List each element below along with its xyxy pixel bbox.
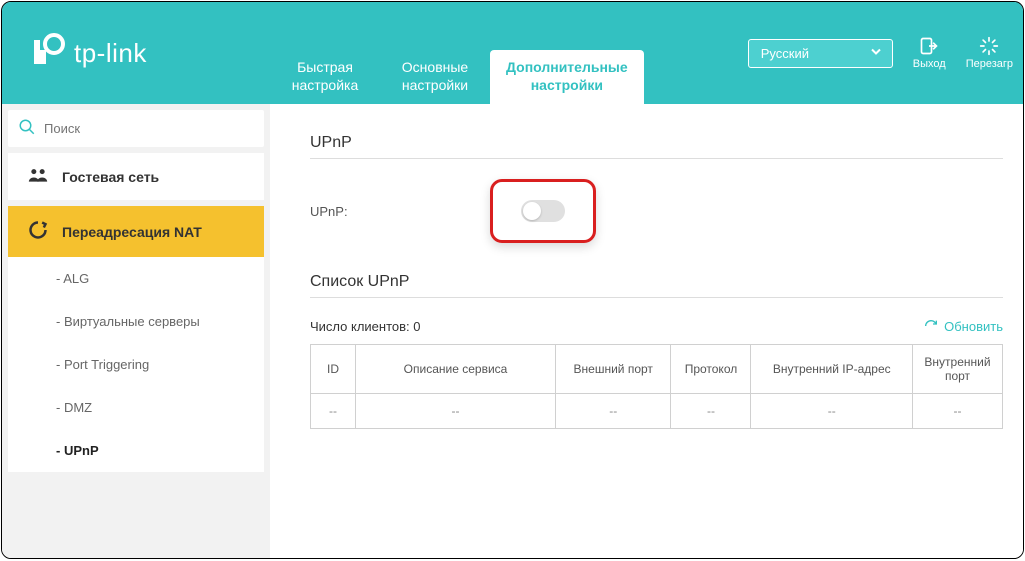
col-id: ID [311,345,356,394]
logout-icon [919,36,939,56]
clients-count: Число клиентов: 0 [310,319,421,334]
section-title-upnp: UPnP [310,134,1003,152]
col-proto: Протокол [671,345,751,394]
cell-empty: -- [751,394,913,429]
sidebar-sub-port-triggering[interactable]: - Port Triggering [8,343,264,386]
sidebar-item-nat-forwarding[interactable]: Переадресация NAT [8,206,264,257]
spinner-icon [979,36,999,56]
chevron-down-icon [870,46,882,61]
upnp-table: ID Описание сервиса Внешний порт Протоко… [310,344,1003,429]
upnp-toggle[interactable] [521,200,565,222]
toggle-knob [523,202,541,220]
cell-empty: -- [913,394,1003,429]
sidebar: Гостевая сеть Переадресация NAT - ALG - … [2,104,270,558]
sidebar-sub-dmz[interactable]: - DMZ [8,386,264,429]
sidebar-label: Гостевая сеть [62,169,159,185]
col-desc: Описание сервиса [356,345,556,394]
refresh-button[interactable]: Обновить [923,318,1003,334]
upnp-label: UPnP: [310,204,450,219]
language-value: Русский [761,46,809,61]
logout-label: Выход [913,58,946,70]
table-row: -- -- -- -- -- -- [311,394,1003,429]
divider [310,158,1003,159]
divider [310,297,1003,298]
cell-empty: -- [556,394,671,429]
reboot-label: Перезагр [966,58,1013,70]
content-area: UPnP UPnP: Список UPnP Число клиентов: 0… [270,104,1023,558]
sidebar-item-guest-network[interactable]: Гостевая сеть [8,153,264,200]
reboot-button[interactable]: Перезагр [966,36,1013,70]
logo-area: tp-link [2,2,270,104]
col-ext-port: Внешний порт [556,345,671,394]
search-input[interactable] [44,121,254,136]
brand-text: tp-link [74,38,147,69]
sidebar-label: Переадресация NAT [62,224,202,240]
logout-button[interactable]: Выход [913,36,946,70]
search-icon [18,118,36,139]
cell-empty: -- [671,394,751,429]
refresh-icon [923,318,939,334]
list-header: Число клиентов: 0 Обновить [310,318,1003,334]
language-select[interactable]: Русский [748,39,893,68]
sidebar-sub-alg[interactable]: - ALG [8,257,264,300]
users-icon [28,167,48,186]
main-tabs: Быстрая настройка Основные настройки Доп… [270,2,644,104]
search-box[interactable] [8,110,264,147]
highlight-box [490,179,596,243]
tab-quick-setup[interactable]: Быстрая настройка [270,50,380,104]
upnp-toggle-row: UPnP: [310,179,1003,243]
tab-basic-settings[interactable]: Основные настройки [380,50,490,104]
col-int-port: Внутренний порт [913,345,1003,394]
brand-logo: tp-link [32,32,147,74]
sidebar-sub-virtual-servers[interactable]: - Виртуальные серверы [8,300,264,343]
section-title-upnp-list: Список UPnP [310,273,1003,291]
tplink-icon [32,32,66,74]
cell-empty: -- [356,394,556,429]
refresh-label: Обновить [944,319,1003,334]
forwarding-icon [28,220,48,243]
header: tp-link Быстрая настройка Основные настр… [2,2,1023,104]
cell-empty: -- [311,394,356,429]
tab-advanced-settings[interactable]: Дополнительные настройки [490,50,644,104]
sidebar-sub-upnp[interactable]: - UPnP [8,429,264,472]
col-int-ip: Внутренний IP-адрес [751,345,913,394]
table-header-row: ID Описание сервиса Внешний порт Протоко… [311,345,1003,394]
